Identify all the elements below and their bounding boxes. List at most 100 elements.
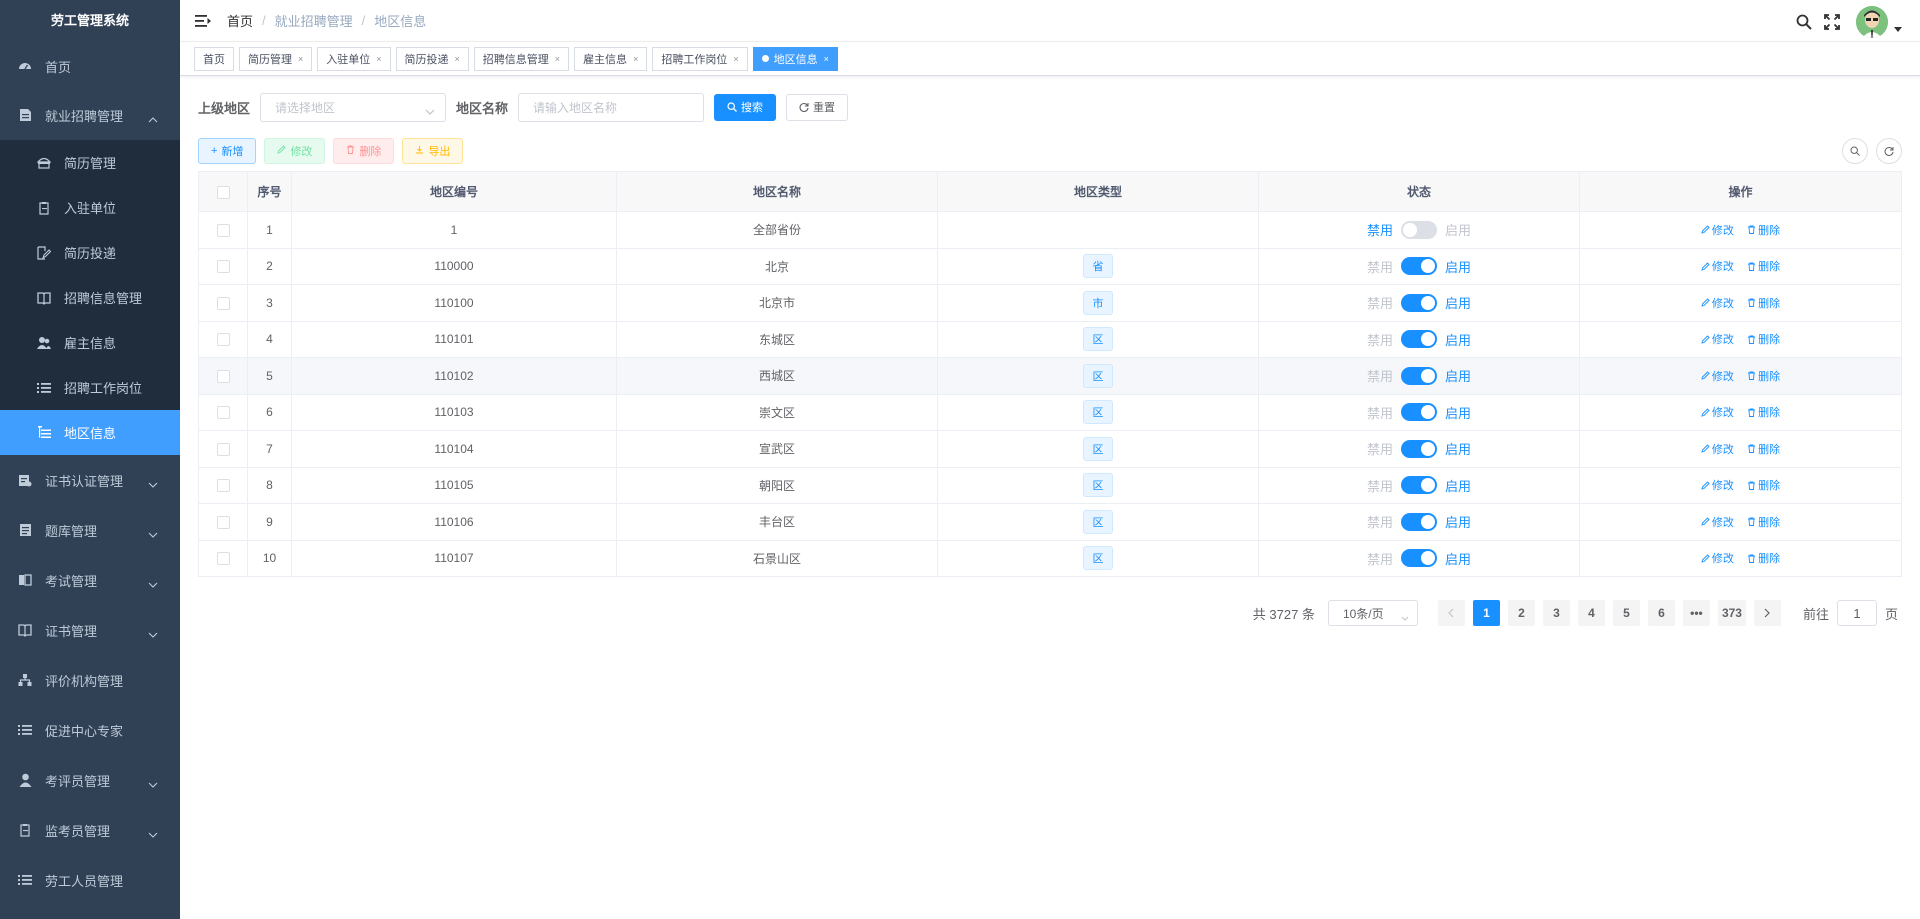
- search-icon[interactable]: [1796, 14, 1812, 30]
- sidebar-subitem-3[interactable]: 招聘信息管理: [0, 275, 180, 320]
- switch-track[interactable]: [1401, 293, 1437, 312]
- sidebar-item-6[interactable]: 评价机构管理: [0, 655, 180, 705]
- switch-track[interactable]: [1401, 512, 1437, 531]
- page-number-button[interactable]: 2: [1507, 600, 1535, 626]
- row-edit-button[interactable]: 修改: [1701, 222, 1734, 238]
- reset-button[interactable]: 重置: [786, 93, 849, 121]
- status-switch[interactable]: 禁用 启用: [1367, 512, 1471, 531]
- page-number-button[interactable]: 373: [1717, 600, 1746, 626]
- table-row[interactable]: 1 1 全部省份 禁用 启用 修改 删除: [198, 211, 1902, 249]
- status-switch[interactable]: 禁用 启用: [1367, 549, 1471, 568]
- select-all-checkbox[interactable]: [216, 185, 230, 199]
- hamburger-icon[interactable]: [195, 14, 211, 28]
- sidebar-item-0[interactable]: 首页: [0, 42, 180, 90]
- row-delete-button[interactable]: 删除: [1747, 258, 1780, 274]
- toggle-search-button[interactable]: [1842, 138, 1868, 164]
- table-row[interactable]: 6 110103 崇文区 区 禁用 启用 修改 删除: [198, 393, 1902, 431]
- row-delete-button[interactable]: 删除: [1747, 441, 1780, 457]
- row-edit-button[interactable]: 修改: [1701, 441, 1734, 457]
- parent-region-select[interactable]: 请选择地区: [260, 92, 447, 122]
- delete-button[interactable]: 删除: [333, 138, 395, 164]
- row-checkbox[interactable]: [216, 442, 230, 456]
- switch-track[interactable]: [1401, 476, 1437, 495]
- table-row[interactable]: 7 110104 宣武区 区 禁用 启用 修改 删除: [198, 430, 1902, 468]
- row-checkbox[interactable]: [216, 296, 230, 310]
- row-delete-button[interactable]: 删除: [1747, 404, 1780, 420]
- page-number-button[interactable]: 4: [1577, 600, 1605, 626]
- sidebar-item-4[interactable]: 考试管理: [0, 555, 180, 605]
- table-row[interactable]: 5 110102 西城区 区 禁用 启用 修改 删除: [198, 357, 1902, 395]
- row-edit-button[interactable]: 修改: [1701, 258, 1734, 274]
- table-row[interactable]: 10 110107 石景山区 区 禁用 启用 修改 删除: [198, 539, 1902, 577]
- page-number-button[interactable]: 6: [1647, 600, 1675, 626]
- row-checkbox[interactable]: [216, 260, 230, 274]
- sidebar-subitem-0[interactable]: 简历管理: [0, 140, 180, 185]
- tag-5[interactable]: 雇主信息 ×: [574, 46, 648, 71]
- row-delete-button[interactable]: 删除: [1747, 331, 1780, 347]
- status-switch[interactable]: 禁用 启用: [1367, 476, 1471, 495]
- table-row[interactable]: 9 110106 丰台区 区 禁用 启用 修改 删除: [198, 503, 1902, 541]
- row-checkbox[interactable]: [216, 552, 230, 566]
- status-switch[interactable]: 禁用 启用: [1367, 293, 1471, 312]
- fullscreen-icon[interactable]: [1824, 14, 1840, 30]
- sidebar-subitem-5[interactable]: 招聘工作岗位: [0, 365, 180, 410]
- row-edit-button[interactable]: 修改: [1701, 477, 1734, 493]
- row-edit-button[interactable]: 修改: [1701, 295, 1734, 311]
- user-avatar[interactable]: [1856, 6, 1888, 38]
- switch-track[interactable]: [1401, 549, 1437, 568]
- row-delete-button[interactable]: 删除: [1747, 477, 1780, 493]
- page-size-select[interactable]: 10条/页: [1327, 600, 1418, 626]
- sidebar-item-9[interactable]: 监考员管理: [0, 805, 180, 855]
- switch-track[interactable]: [1401, 330, 1437, 349]
- table-row[interactable]: 3 110100 北京市 市 禁用 启用 修改 删除: [198, 284, 1902, 322]
- close-icon[interactable]: ×: [733, 54, 738, 64]
- avatar[interactable]: [1856, 6, 1888, 38]
- sidebar-item-1[interactable]: 就业招聘管理: [0, 90, 180, 140]
- more-pages-button[interactable]: •••: [1682, 600, 1710, 626]
- tag-6[interactable]: 招聘工作岗位 ×: [652, 46, 748, 71]
- close-icon[interactable]: ×: [824, 54, 829, 64]
- region-name-input[interactable]: 请输入地区名称: [518, 92, 705, 122]
- close-icon[interactable]: ×: [298, 54, 303, 64]
- close-icon[interactable]: ×: [555, 54, 560, 64]
- row-delete-button[interactable]: 删除: [1747, 222, 1780, 238]
- table-row[interactable]: 8 110105 朝阳区 区 禁用 启用 修改 删除: [198, 466, 1902, 504]
- row-checkbox[interactable]: [216, 223, 230, 237]
- status-switch[interactable]: 禁用 启用: [1367, 403, 1471, 422]
- export-button[interactable]: 导出: [402, 138, 464, 164]
- switch-track[interactable]: [1401, 439, 1437, 458]
- page-number-button[interactable]: 5: [1612, 600, 1640, 626]
- table-row[interactable]: 2 110000 北京 省 禁用 启用 修改 删除: [198, 247, 1902, 285]
- sidebar-subitem-4[interactable]: 雇主信息: [0, 320, 180, 365]
- row-edit-button[interactable]: 修改: [1701, 331, 1734, 347]
- close-icon[interactable]: ×: [633, 54, 638, 64]
- tag-2[interactable]: 入驻单位 ×: [317, 46, 391, 71]
- status-switch[interactable]: 禁用 启用: [1367, 366, 1471, 385]
- table-row[interactable]: 4 110101 东城区 区 禁用 启用 修改 删除: [198, 320, 1902, 358]
- row-delete-button[interactable]: 删除: [1747, 368, 1780, 384]
- edit-button[interactable]: 修改: [264, 138, 326, 164]
- status-switch[interactable]: 禁用 启用: [1367, 439, 1471, 458]
- refresh-button[interactable]: [1876, 138, 1902, 164]
- close-icon[interactable]: ×: [455, 54, 460, 64]
- next-page-button[interactable]: [1753, 600, 1781, 626]
- switch-track[interactable]: [1401, 257, 1437, 276]
- switch-track[interactable]: [1401, 366, 1437, 385]
- switch-track[interactable]: [1401, 220, 1437, 239]
- row-checkbox[interactable]: [216, 479, 230, 493]
- sidebar-subitem-1[interactable]: 入驻单位: [0, 185, 180, 230]
- tag-3[interactable]: 简历投递 ×: [395, 46, 469, 71]
- tag-7[interactable]: 地区信息 ×: [752, 46, 838, 71]
- row-checkbox[interactable]: [216, 406, 230, 420]
- row-edit-button[interactable]: 修改: [1701, 368, 1734, 384]
- status-switch[interactable]: 禁用 启用: [1367, 220, 1471, 239]
- tag-1[interactable]: 简历管理 ×: [239, 46, 313, 71]
- sidebar-subitem-2[interactable]: 简历投递: [0, 230, 180, 275]
- sidebar-item-10[interactable]: 劳工人员管理: [0, 855, 180, 905]
- sidebar-item-2[interactable]: 证书认证管理: [0, 455, 180, 505]
- add-button[interactable]: + 新增: [198, 138, 257, 164]
- row-delete-button[interactable]: 删除: [1747, 295, 1780, 311]
- sidebar-item-3[interactable]: 题库管理: [0, 505, 180, 555]
- sidebar-item-7[interactable]: 促进中心专家: [0, 705, 180, 755]
- close-icon[interactable]: ×: [376, 54, 381, 64]
